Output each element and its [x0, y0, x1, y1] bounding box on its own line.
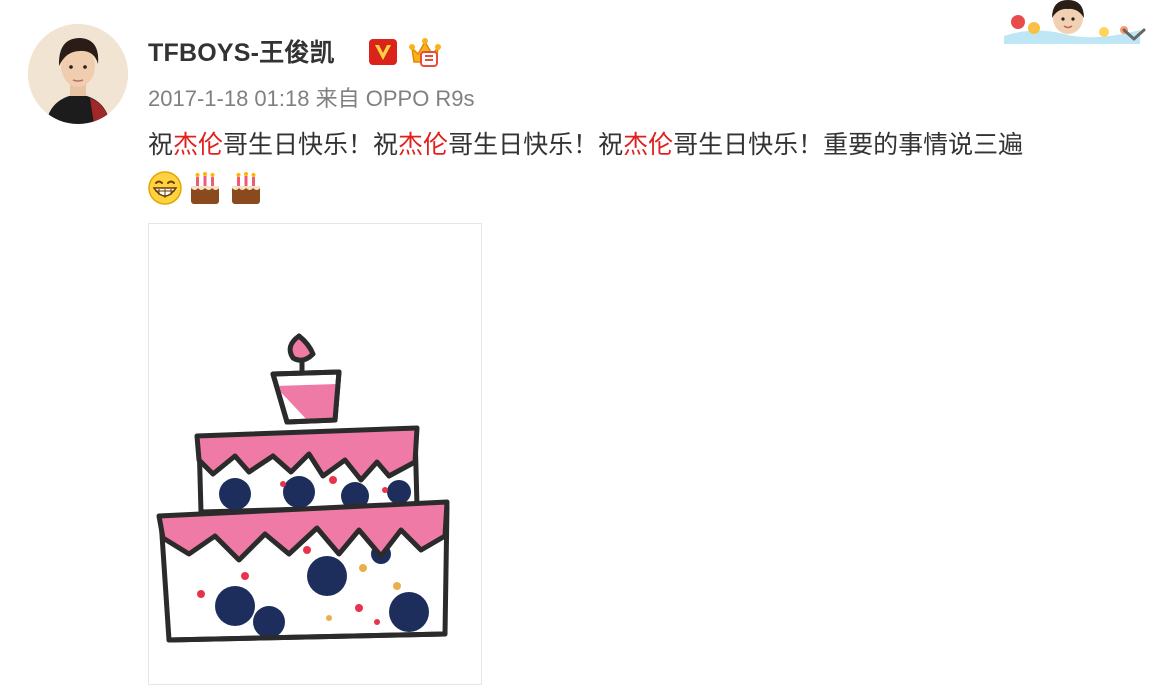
avatar-image	[28, 24, 128, 124]
post-image[interactable]	[148, 223, 482, 685]
name-highlight[interactable]: 杰伦	[623, 131, 673, 159]
cake-emoji-icon	[191, 172, 220, 204]
avatar[interactable]	[28, 24, 128, 124]
text-segment: 祝	[148, 131, 174, 159]
post-timestamp[interactable]: 2017-1-18 01:18	[148, 86, 309, 111]
member-crown-icon[interactable]	[408, 36, 442, 68]
name-highlight[interactable]: 杰伦	[398, 131, 448, 159]
chevron-down-icon[interactable]	[1120, 22, 1148, 46]
post-meta: 2017-1-18 01:18 来自 OPPO R9s	[148, 84, 475, 114]
name-highlight[interactable]: 杰伦	[173, 131, 223, 159]
cake-emoji-icon	[231, 172, 260, 204]
post-text: 祝杰伦哥生日快乐！祝杰伦哥生日快乐！祝杰伦哥生日快乐！重要的事情说三遍	[148, 126, 1148, 164]
text-segment: 哥生日快乐！祝	[223, 131, 399, 159]
username[interactable]: TFBOYS-王俊凯	[148, 36, 335, 70]
post-source[interactable]: OPPO R9s	[366, 86, 475, 111]
grin-emoji-icon	[148, 171, 182, 205]
birthday-cake-drawing-image	[156, 333, 450, 643]
text-segment: 哥生日快乐！重要的事情说三遍	[673, 131, 1024, 159]
emoji-row	[147, 170, 264, 208]
source-prefix: 来自	[315, 86, 360, 111]
text-segment: 哥生日快乐！祝	[448, 131, 624, 159]
verified-v-icon[interactable]	[368, 38, 398, 66]
